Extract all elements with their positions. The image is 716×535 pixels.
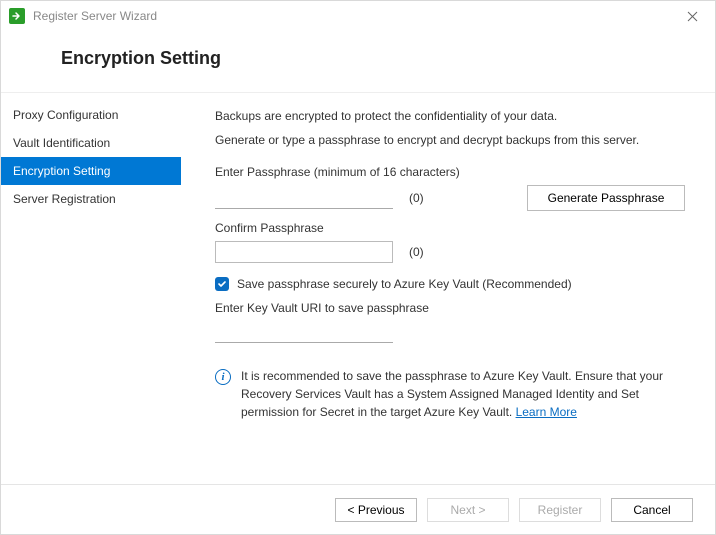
keyvault-uri-label: Enter Key Vault URI to save passphrase bbox=[215, 301, 685, 315]
passphrase-section: Enter Passphrase (minimum of 16 characte… bbox=[215, 165, 685, 343]
intro-text-1: Backups are encrypted to protect the con… bbox=[215, 109, 685, 123]
titlebar: Register Server Wizard bbox=[1, 1, 715, 31]
enter-passphrase-label: Enter Passphrase (minimum of 16 characte… bbox=[215, 165, 685, 179]
checkmark-icon bbox=[217, 279, 227, 289]
previous-button[interactable]: < Previous bbox=[335, 498, 417, 522]
wizard-footer: < Previous Next > Register Cancel bbox=[1, 484, 715, 534]
save-to-keyvault-checkbox[interactable] bbox=[215, 277, 229, 291]
sidebar-item-label: Proxy Configuration bbox=[13, 108, 118, 122]
cancel-label: Cancel bbox=[633, 503, 670, 517]
cancel-button[interactable]: Cancel bbox=[611, 498, 693, 522]
wizard-body: Proxy Configuration Vault Identification… bbox=[1, 93, 715, 484]
sidebar-item-server-registration[interactable]: Server Registration bbox=[1, 185, 181, 213]
info-text-container: It is recommended to save the passphrase… bbox=[241, 367, 685, 421]
confirm-passphrase-input[interactable] bbox=[215, 241, 393, 263]
sidebar-item-label: Vault Identification bbox=[13, 136, 110, 150]
wizard-main: Backups are encrypted to protect the con… bbox=[181, 93, 715, 484]
register-label: Register bbox=[538, 503, 583, 517]
app-icon bbox=[9, 8, 25, 24]
next-label: Next > bbox=[450, 503, 485, 517]
page-heading: Encryption Setting bbox=[61, 48, 221, 69]
wizard-window: Register Server Wizard Encryption Settin… bbox=[0, 0, 716, 535]
sidebar-item-proxy-configuration[interactable]: Proxy Configuration bbox=[1, 101, 181, 129]
confirm-passphrase-label: Confirm Passphrase bbox=[215, 221, 685, 235]
keyvault-uri-input[interactable] bbox=[215, 321, 393, 343]
sidebar-item-label: Server Registration bbox=[13, 192, 116, 206]
info-text: It is recommended to save the passphrase… bbox=[241, 369, 663, 419]
generate-passphrase-label: Generate Passphrase bbox=[548, 191, 665, 205]
info-note: i It is recommended to save the passphra… bbox=[215, 367, 685, 421]
save-to-keyvault-label: Save passphrase securely to Azure Key Va… bbox=[237, 277, 572, 291]
close-button[interactable] bbox=[677, 1, 707, 31]
sidebar-item-label: Encryption Setting bbox=[13, 164, 110, 178]
learn-more-link[interactable]: Learn More bbox=[516, 405, 577, 419]
info-icon: i bbox=[215, 369, 231, 385]
confirm-passphrase-counter: (0) bbox=[409, 245, 424, 259]
enter-passphrase-input[interactable] bbox=[215, 187, 393, 209]
heading-bar: Encryption Setting bbox=[1, 31, 715, 93]
wizard-sidebar: Proxy Configuration Vault Identification… bbox=[1, 93, 181, 484]
next-button[interactable]: Next > bbox=[427, 498, 509, 522]
window-title: Register Server Wizard bbox=[33, 9, 677, 23]
sidebar-item-encryption-setting[interactable]: Encryption Setting bbox=[1, 157, 181, 185]
previous-label: < Previous bbox=[347, 503, 404, 517]
generate-passphrase-button[interactable]: Generate Passphrase bbox=[527, 185, 685, 211]
sidebar-item-vault-identification[interactable]: Vault Identification bbox=[1, 129, 181, 157]
intro-text-2: Generate or type a passphrase to encrypt… bbox=[215, 133, 685, 147]
enter-passphrase-counter: (0) bbox=[409, 191, 424, 205]
register-button[interactable]: Register bbox=[519, 498, 601, 522]
close-icon bbox=[687, 11, 698, 22]
